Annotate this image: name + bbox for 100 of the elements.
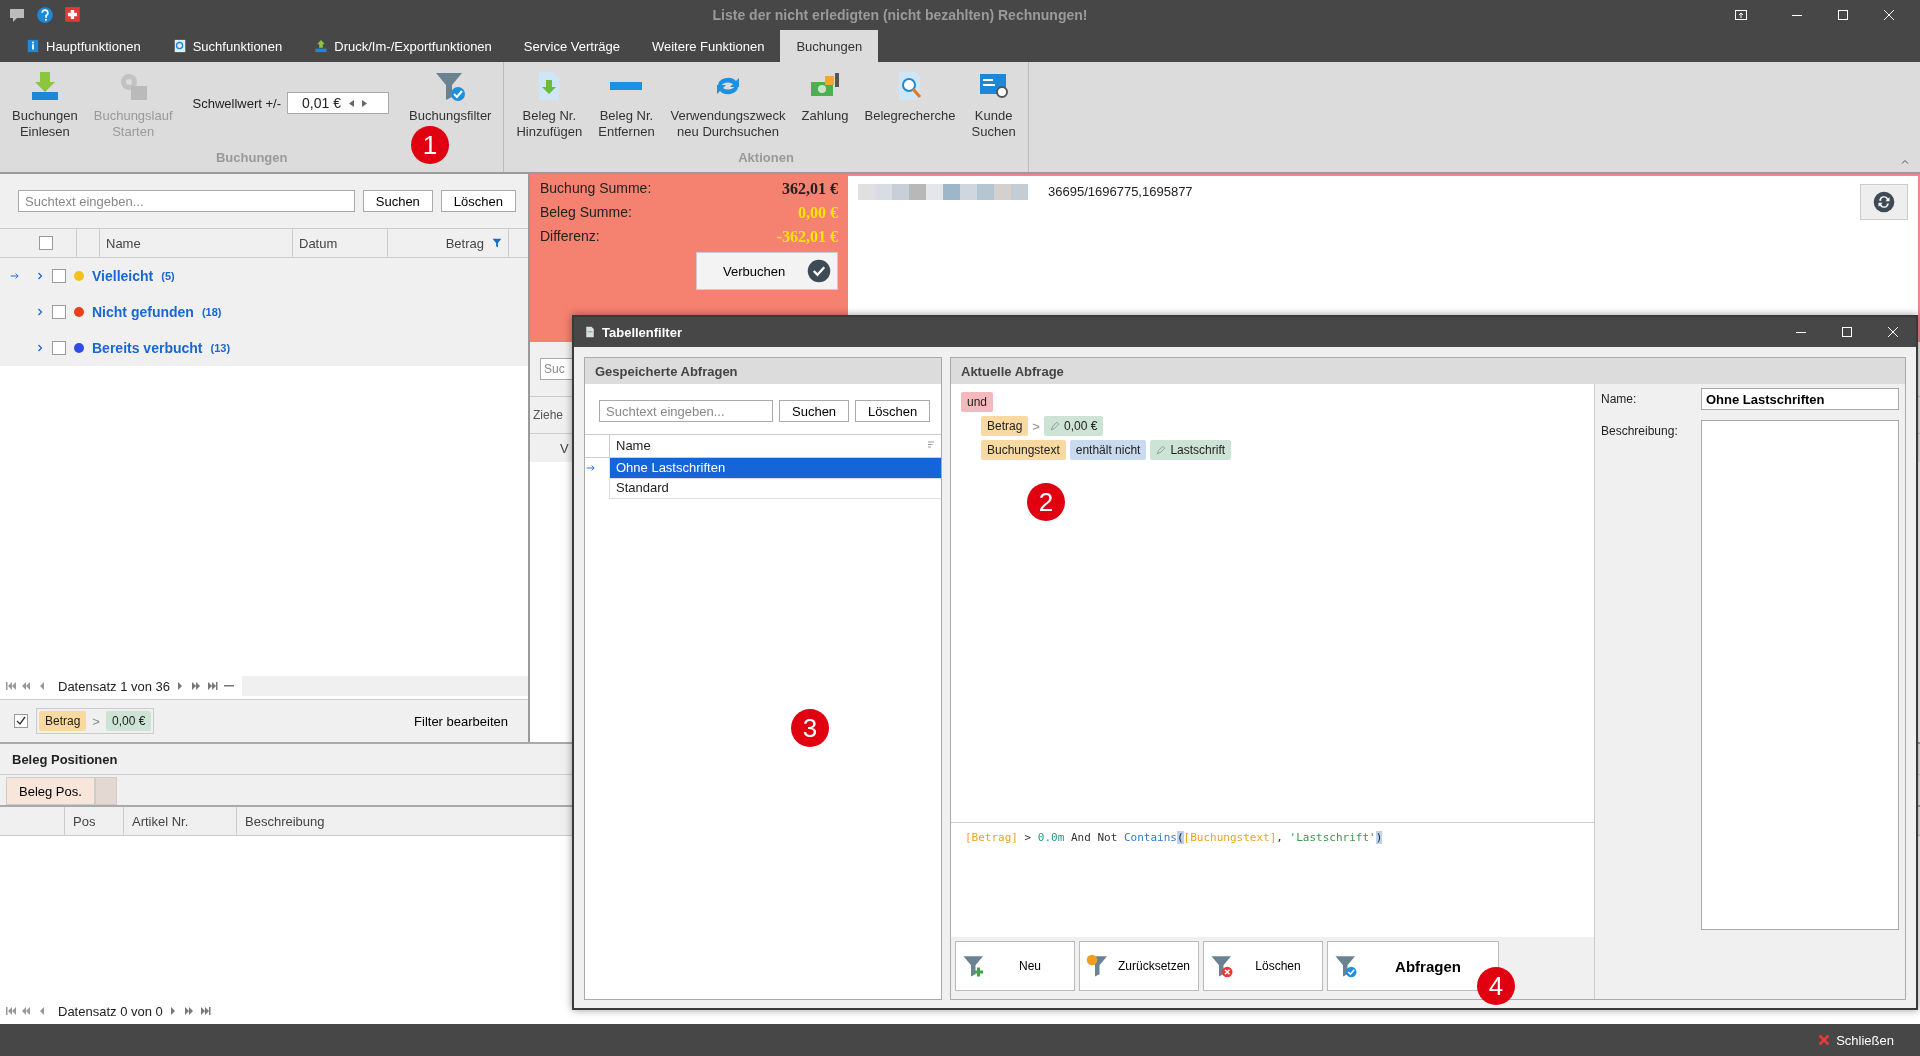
search-field[interactable]: Suchtext eingeben...	[18, 190, 355, 212]
group-row[interactable]: Bereits verbucht (13)	[0, 330, 528, 366]
chat-icon	[8, 7, 26, 23]
group-row[interactable]: Vielleicht (5)	[0, 258, 528, 294]
ribbon-button[interactable]: Buchungen Einlesen	[6, 66, 84, 144]
edit-filter-link[interactable]: Filter bearbeiten	[408, 712, 514, 730]
summary-value: 0,00 €	[798, 204, 838, 222]
column-header[interactable]: Betrag	[445, 235, 484, 251]
refresh-button[interactable]	[1860, 184, 1908, 220]
ribbon-button[interactable]: Beleg Nr. Entfernen	[592, 66, 661, 144]
search-button[interactable]: Suchen	[779, 400, 850, 422]
ribbon-button[interactable]: Beleg Nr. Hinzufügen	[510, 66, 589, 144]
minus-icon	[610, 82, 643, 90]
summary-value: -362,01 €	[776, 228, 838, 246]
group-name: Bereits verbucht	[92, 340, 203, 356]
summary-value: 362,01 €	[782, 180, 838, 198]
ribbon-tab[interactable]: Buchungen	[780, 30, 879, 62]
threshold-label: Schwellwert +/-	[192, 95, 282, 111]
minimize-icon	[1796, 331, 1806, 333]
sort-icon	[927, 441, 935, 449]
ribbon-tab[interactable]: Weitere Funktionen	[635, 30, 781, 62]
decrement-icon[interactable]	[349, 99, 354, 107]
pane-title: Gespeicherte Abfragen	[595, 363, 738, 379]
column-header[interactable]: Beschreibung	[245, 813, 325, 829]
summary-label: Buchung Summe:	[540, 180, 652, 198]
first-aid-icon	[64, 6, 82, 24]
select-all-checkbox[interactable]	[39, 236, 53, 250]
ribbon-button[interactable]: Verwendungszweck neu Durchsuchen	[664, 66, 792, 144]
funnel-check-icon	[1334, 954, 1358, 978]
increment-icon[interactable]	[362, 99, 367, 107]
description-field[interactable]	[1701, 420, 1899, 930]
maximize-icon	[1842, 327, 1852, 337]
group-hint: Ziehe	[533, 408, 564, 422]
query-row[interactable]: Ohne Lastschriften	[609, 457, 941, 479]
column-header[interactable]: V	[560, 440, 569, 456]
upload-icon	[314, 38, 329, 54]
ribbon-button[interactable]: Kunde Suchen	[965, 66, 1022, 144]
ribbon-tab[interactable]: Service Verträge	[507, 30, 636, 62]
dialog-button[interactable]: Neu	[955, 941, 1075, 991]
threshold-spinner[interactable]: 0,01 €	[287, 92, 390, 114]
ribbon-tab[interactable]: Hauptfunktionen	[10, 30, 157, 62]
pencil-icon	[1049, 421, 1060, 431]
dialog-button[interactable]: Zurücksetzen	[1079, 941, 1199, 991]
minimize-icon	[1792, 14, 1802, 16]
search-field[interactable]: Suchtext eingeben...	[599, 400, 773, 422]
expand-icon	[36, 343, 44, 353]
query-row[interactable]: Standard	[609, 477, 941, 499]
condition-operator[interactable]: enthält nicht	[1069, 440, 1147, 460]
checkmark-icon	[807, 259, 831, 283]
ribbon-button[interactable]: Zahlung	[795, 66, 855, 128]
condition-field[interactable]: Buchungstext	[981, 440, 1066, 460]
search-button[interactable]: Suchen	[362, 190, 433, 212]
group-count: (18)	[201, 306, 222, 318]
filter-icon	[492, 238, 502, 248]
column-header[interactable]: Pos	[73, 813, 96, 829]
row-checkbox[interactable]	[52, 269, 66, 283]
reference-numbers: 36695/1696775,1695877	[1048, 184, 1193, 199]
row-checkbox[interactable]	[52, 305, 66, 319]
group-row[interactable]: Nicht gefunden (18)	[0, 294, 528, 330]
condition-field[interactable]: Betrag	[981, 416, 1029, 436]
close-app-button[interactable]: Schließen	[1812, 1031, 1900, 1049]
condition-value[interactable]: Lastschrift	[1150, 440, 1232, 460]
condition-value[interactable]: 0,00 €	[1043, 416, 1104, 436]
funnel-add-icon	[962, 954, 986, 978]
group-name: Nicht gefunden	[92, 304, 194, 320]
summary-label: Beleg Summe:	[540, 204, 632, 222]
filter-checkbox[interactable]	[14, 714, 28, 728]
pane-title: Aktuelle Abfrage	[961, 363, 1064, 379]
condition-operator[interactable]: >	[1032, 418, 1040, 434]
column-header[interactable]: Artikel Nr.	[132, 813, 189, 829]
window-icon	[1735, 10, 1747, 20]
column-header[interactable]: Name	[106, 235, 141, 251]
scrollbar[interactable]	[242, 676, 528, 696]
dialog-button[interactable]: Löschen	[1203, 941, 1323, 991]
record-counter: Datensatz 0 von 0	[58, 1003, 163, 1019]
section-title: Beleg Positionen	[12, 751, 118, 767]
magnifier-icon	[172, 38, 187, 54]
search-button[interactable]: Löschen	[440, 190, 516, 212]
search-button[interactable]: Löschen	[855, 400, 931, 422]
refresh-icon	[1873, 191, 1895, 213]
ribbon-tab[interactable]: Druck/Im-/Exportfunktionen	[298, 30, 508, 62]
name-field[interactable]: Ohne Lastschriften	[1701, 388, 1899, 410]
pager-forward-icon[interactable]	[178, 682, 235, 690]
expand-icon	[36, 271, 44, 281]
group-operator[interactable]: und	[961, 392, 994, 412]
tab[interactable]: Beleg Pos.	[6, 777, 95, 805]
post-button[interactable]: Verbuchen	[696, 252, 838, 290]
ribbon-button[interactable]: Belegrecherche	[858, 66, 962, 128]
column-header[interactable]: Name	[616, 437, 651, 453]
row-checkbox[interactable]	[52, 341, 66, 355]
ribbon-tab[interactable]: Suchfunktionen	[156, 30, 299, 62]
filter-operator: >	[92, 713, 100, 729]
group-title: Buchungen	[214, 150, 289, 167]
document-icon	[584, 325, 596, 339]
filter-field: Betrag	[39, 711, 87, 731]
current-row-icon	[8, 271, 22, 281]
close-icon	[1884, 10, 1894, 20]
pencil-icon	[1156, 445, 1167, 455]
column-header[interactable]: Datum	[299, 235, 338, 251]
ribbon-button[interactable]: Buchungsfilter	[403, 66, 498, 128]
